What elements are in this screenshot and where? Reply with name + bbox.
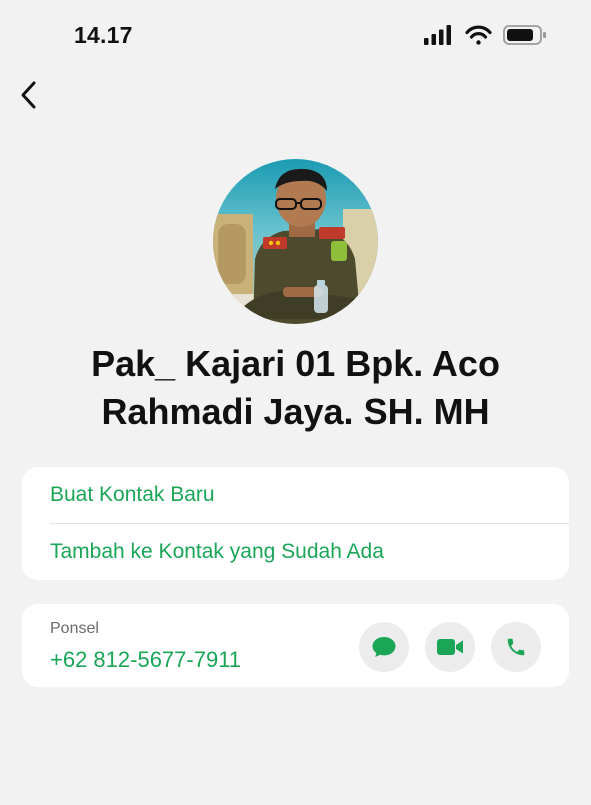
battery-icon xyxy=(503,25,546,45)
message-icon xyxy=(372,637,396,657)
phone-card: Ponsel +62 812-5677-7911 xyxy=(22,604,569,687)
create-new-contact-button[interactable]: Buat Kontak Baru xyxy=(22,467,569,523)
add-to-existing-contact-button[interactable]: Tambah ke Kontak yang Sudah Ada xyxy=(22,524,569,580)
contact-avatar xyxy=(213,159,378,324)
chevron-left-icon xyxy=(21,81,36,109)
cellular-signal-icon xyxy=(424,25,451,45)
contact-name: Pak_ Kajari 01 Bpk. Aco Rahmadi Jaya. SH… xyxy=(91,343,500,432)
status-icons xyxy=(424,25,546,45)
avatar-photo xyxy=(213,159,378,324)
phone-call-icon xyxy=(507,638,525,656)
status-bar: 14.17 xyxy=(0,0,591,70)
back-button[interactable] xyxy=(12,78,46,112)
contact-actions-card: Buat Kontak Baru Tambah ke Kontak yang S… xyxy=(22,467,569,580)
video-call-button[interactable] xyxy=(425,622,475,672)
phone-label: Ponsel xyxy=(50,620,99,637)
status-time: 14.17 xyxy=(74,22,133,48)
video-call-icon xyxy=(437,639,463,655)
wifi-icon xyxy=(465,25,492,45)
phone-call-button[interactable] xyxy=(491,622,541,672)
phone-number[interactable]: +62 812-5677-7911 xyxy=(50,647,241,673)
message-button[interactable] xyxy=(359,622,409,672)
